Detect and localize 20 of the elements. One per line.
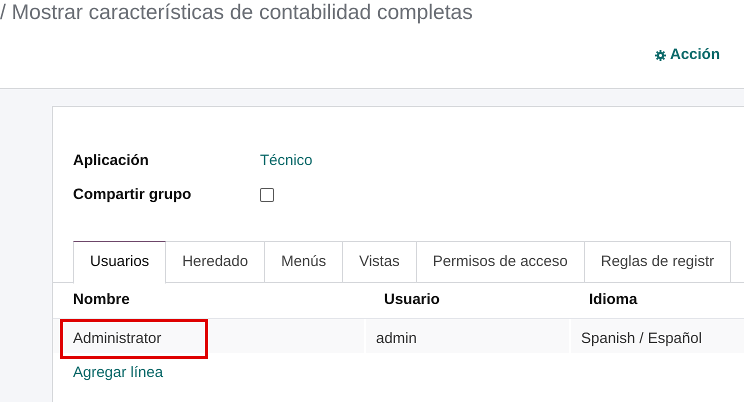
field-link[interactable]: Técnico [260,150,313,172]
breadcrumb-title: / Mostrar características de contabilidad completas [0,0,473,26]
add-line-link[interactable]: Agregar línea [73,364,164,381]
field-label: Aplicación [73,150,150,171]
tab[interactable]: Permisos de acceso [416,241,585,283]
field-label: Compartir grupo [73,184,192,205]
action-button[interactable]: Acción [654,44,720,66]
tab[interactable]: Usuarios [73,241,166,284]
tab[interactable]: Vistas [343,241,417,283]
tab[interactable]: Reglas de registr [584,241,732,283]
gear-icon [654,50,666,61]
tab[interactable]: Heredado [166,241,266,283]
table-cell: Administrator [60,319,208,359]
tab[interactable]: Menús [265,241,344,283]
column-header[interactable]: Usuario [384,289,440,312]
table-cell-text: Spanish / Español [581,328,702,349]
checkbox[interactable] [260,188,274,202]
column-header[interactable]: Nombre [73,289,130,312]
column-header[interactable]: Idioma [589,289,638,312]
table-cell-text: admin [376,328,417,349]
